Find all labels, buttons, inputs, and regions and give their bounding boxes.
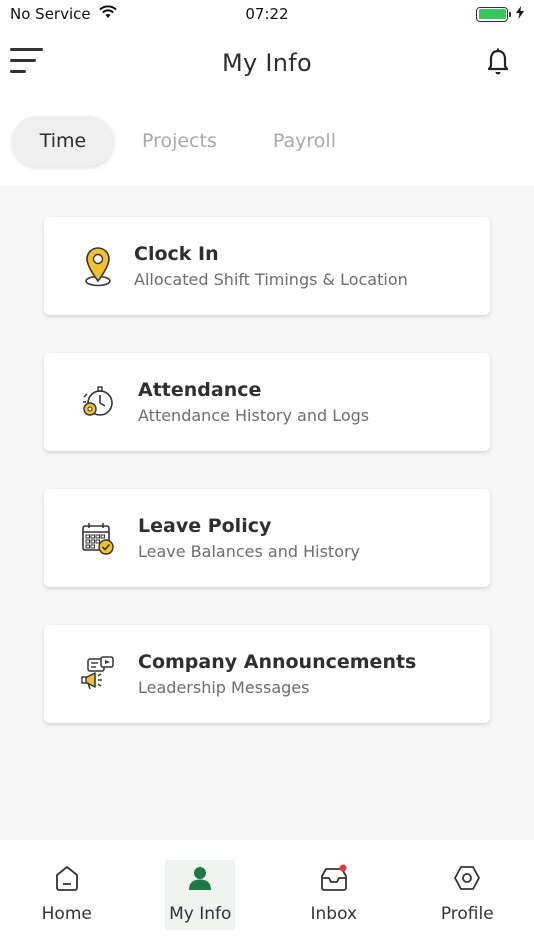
charging-bolt-icon <box>516 5 524 23</box>
bottom-nav: Home My Info Inbox Profile <box>0 840 534 950</box>
nav-label: My Info <box>169 904 232 924</box>
hexagon-icon <box>452 862 482 894</box>
notification-bell-icon[interactable] <box>486 48 510 78</box>
battery-icon <box>476 6 511 22</box>
card-title: Attendance <box>138 379 262 401</box>
stopwatch-icon <box>78 380 118 424</box>
person-icon <box>185 862 215 894</box>
app-header: My Info <box>0 28 534 98</box>
clock-in-text: Clock In Allocated Shift Timings & Locat… <box>134 243 408 289</box>
megaphone-icon <box>78 652 118 696</box>
calendar-check-icon <box>78 516 118 560</box>
nav-inbox[interactable]: Inbox <box>299 860 369 930</box>
attendance-card[interactable]: Attendance Attendance History and Logs <box>44 353 490 451</box>
nav-profile[interactable]: Profile <box>432 860 502 930</box>
carrier-label: No Service <box>10 5 91 23</box>
card-subtitle: Leave Balances and History <box>138 542 361 561</box>
attendance-text: Attendance Attendance History and Logs <box>138 379 369 425</box>
tab-projects[interactable]: Projects <box>114 116 245 166</box>
status-left: No Service <box>10 5 117 23</box>
leave-policy-card[interactable]: Leave Policy Leave Balances and History <box>44 489 490 587</box>
page-title: My Info <box>221 49 313 77</box>
card-subtitle: Leadership Messages <box>138 678 310 697</box>
app-screen: No Service 07:22 My Info Time Projects P… <box>0 0 534 950</box>
company-announcements-text: Company Announcements Leadership Message… <box>138 651 416 697</box>
hamburger-menu-icon[interactable] <box>10 44 44 78</box>
location-pin-icon <box>78 244 118 288</box>
card-title: Company Announcements <box>138 651 417 673</box>
card-subtitle: Attendance History and Logs <box>138 406 370 425</box>
clock-in-card[interactable]: Clock In Allocated Shift Timings & Locat… <box>44 217 490 315</box>
tab-payroll[interactable]: Payroll <box>245 116 364 166</box>
nav-my-info[interactable]: My Info <box>165 860 236 930</box>
home-icon <box>52 862 82 894</box>
nav-label: Inbox <box>310 904 358 924</box>
company-announcements-card[interactable]: Company Announcements Leadership Message… <box>44 625 490 723</box>
segment-tabs: Time Projects Payroll <box>12 114 364 168</box>
nav-label: Profile <box>440 904 494 924</box>
inbox-icon <box>319 862 349 894</box>
tab-time[interactable]: Time <box>12 116 114 166</box>
content-area: Clock In Allocated Shift Timings & Locat… <box>0 186 534 840</box>
nav-home[interactable]: Home <box>32 860 102 930</box>
leave-policy-text: Leave Policy Leave Balances and History <box>138 515 360 561</box>
wifi-icon <box>98 5 117 23</box>
card-subtitle: Allocated Shift Timings & Location <box>134 270 408 289</box>
status-right <box>476 5 524 23</box>
nav-label: Home <box>41 904 92 924</box>
card-title: Clock In <box>134 243 219 265</box>
battery-level <box>478 9 506 19</box>
card-title: Leave Policy <box>138 515 272 537</box>
status-bar: No Service 07:22 <box>0 0 534 28</box>
